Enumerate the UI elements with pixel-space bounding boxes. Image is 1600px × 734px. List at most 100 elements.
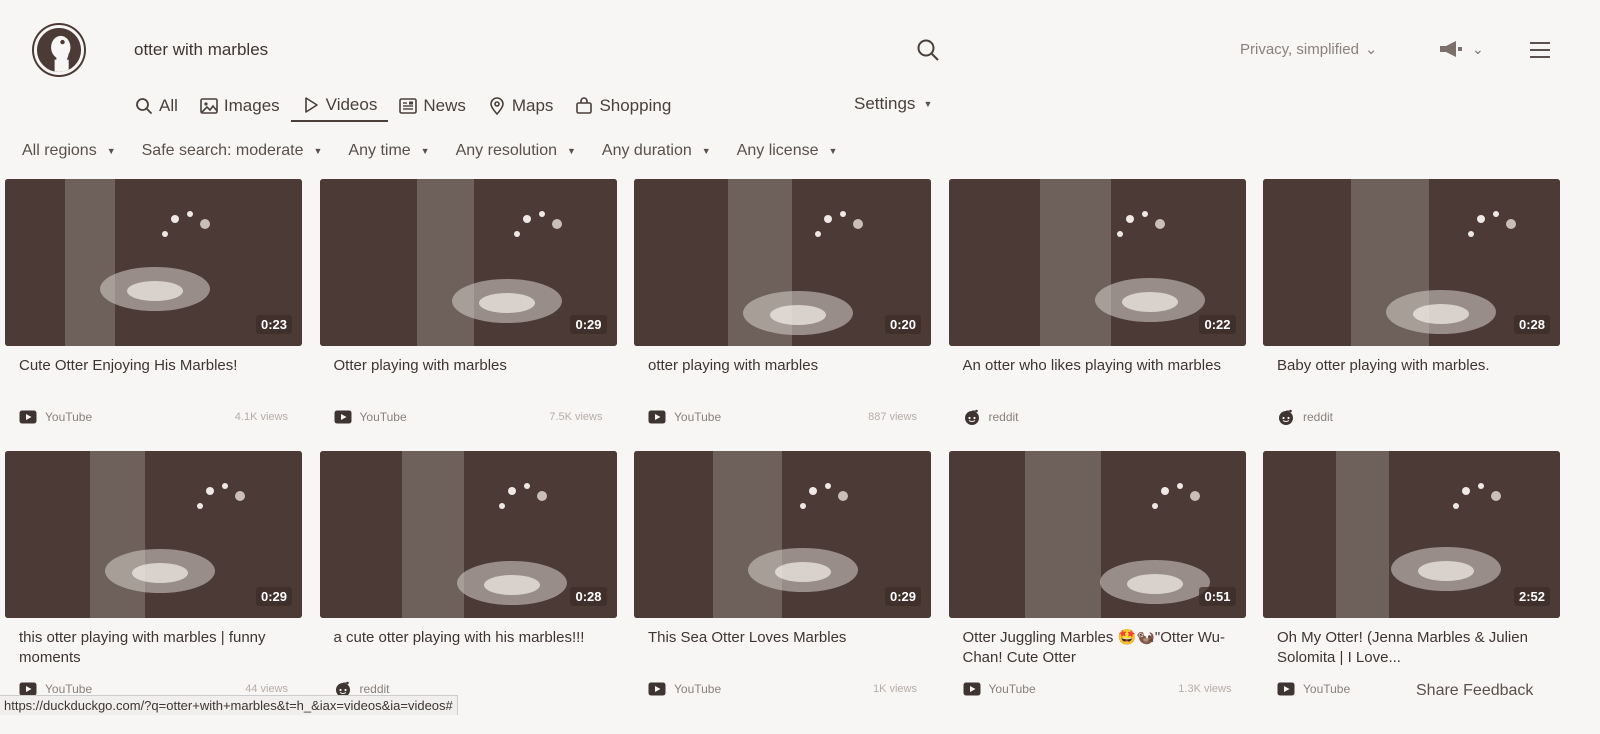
caret-down-icon: ▼ xyxy=(828,146,838,156)
tab-label: Shopping xyxy=(599,96,672,115)
video-card[interactable]: 0:23 Cute Otter Enjoying His Marbles! Yo… xyxy=(5,179,302,451)
video-duration: 2:52 xyxy=(1513,587,1550,606)
video-thumbnail[interactable]: 0:29 xyxy=(319,179,617,346)
video-duration: 0:20 xyxy=(884,315,921,334)
reddit-icon xyxy=(963,408,981,426)
video-source: YouTube xyxy=(648,680,721,698)
filter-label: Any duration xyxy=(601,142,692,159)
tab-videos[interactable]: Videos xyxy=(290,90,389,122)
reddit-icon xyxy=(1277,408,1295,426)
caret-down-icon: ▼ xyxy=(106,146,116,156)
share-feedback-button[interactable]: Share Feedback xyxy=(1416,682,1533,700)
video-title[interactable]: Oh My Otter! (Jenna Marbles & Julien Sol… xyxy=(1263,628,1560,672)
source-label: reddit xyxy=(1303,410,1334,424)
filter-license[interactable]: Any license ▼ xyxy=(737,142,838,160)
video-meta: YouTube 7.5K views xyxy=(334,408,603,426)
video-title[interactable]: An otter who likes playing with marbles xyxy=(949,356,1246,400)
video-title[interactable]: Cute Otter Enjoying His Marbles! xyxy=(5,356,302,400)
video-title[interactable]: This Sea Otter Loves Marbles xyxy=(634,628,931,672)
source-label: YouTube xyxy=(45,682,93,696)
video-thumbnail[interactable]: 0:23 xyxy=(5,179,302,346)
video-title[interactable]: this otter playing with marbles | funny … xyxy=(5,628,302,672)
video-thumbnail[interactable]: 2:52 xyxy=(1263,451,1560,618)
search-input[interactable] xyxy=(110,28,906,72)
search-button[interactable] xyxy=(906,28,950,72)
tab-label: Videos xyxy=(325,95,378,114)
tab-all[interactable]: All xyxy=(135,90,189,122)
video-title[interactable]: a cute otter playing with his marbles!!! xyxy=(320,628,617,672)
source-label: reddit xyxy=(359,682,390,696)
video-thumbnail[interactable]: 0:51 xyxy=(948,451,1246,618)
settings-dropdown[interactable]: Settings ▼ xyxy=(854,94,932,114)
video-source: YouTube xyxy=(1277,680,1350,698)
tab-shopping[interactable]: Shopping xyxy=(564,90,682,122)
source-label: reddit xyxy=(988,410,1019,424)
tab-label: News xyxy=(423,96,466,115)
filter-label: Any time xyxy=(348,142,411,159)
video-card[interactable]: 0:29 Otter playing with marbles YouTube … xyxy=(319,179,617,451)
video-thumbnail[interactable]: 0:22 xyxy=(948,179,1246,346)
youtube-icon xyxy=(1277,680,1295,698)
video-card[interactable]: 0:22 An otter who likes playing with mar… xyxy=(948,179,1246,451)
video-duration: 0:23 xyxy=(255,315,292,334)
tab-images[interactable]: Images xyxy=(189,90,291,122)
video-results-grid: 0:23 Cute Otter Enjoying His Marbles! Yo… xyxy=(5,179,1560,723)
caret-down-icon: ▼ xyxy=(566,146,576,156)
menu-icon[interactable] xyxy=(1530,42,1550,58)
caret-down-icon: ▼ xyxy=(313,146,323,156)
video-card[interactable]: 0:29 This Sea Otter Loves Marbles YouTub… xyxy=(634,451,931,723)
caret-down-icon: ▼ xyxy=(923,99,933,109)
video-card[interactable]: 0:20 otter playing with marbles YouTube … xyxy=(634,179,931,451)
video-title[interactable]: Baby otter playing with marbles. xyxy=(1263,356,1560,400)
video-card[interactable]: 0:51 Otter Juggling Marbles 🤩🦦"Otter Wu-… xyxy=(948,451,1246,723)
tab-maps[interactable]: Maps xyxy=(477,90,565,122)
video-thumbnail[interactable]: 0:29 xyxy=(5,451,302,618)
settings-label: Settings xyxy=(854,94,916,113)
play-icon xyxy=(304,97,318,113)
video-card[interactable]: 0:28 a cute otter playing with his marbl… xyxy=(319,451,617,723)
announcements-dropdown[interactable]: ⌄ xyxy=(1438,40,1484,58)
video-views: 1K views xyxy=(872,683,917,695)
video-title[interactable]: otter playing with marbles xyxy=(634,356,931,400)
filter-time[interactable]: Any time ▼ xyxy=(348,142,429,160)
video-source: reddit xyxy=(1277,408,1333,426)
filter-bar: All regions ▼ Safe search: moderate ▼ Any … xyxy=(22,142,863,160)
chevron-down-icon: ⌄ xyxy=(1364,41,1378,58)
source-label: YouTube xyxy=(674,682,722,696)
video-title[interactable]: Otter Juggling Marbles 🤩🦦"Otter Wu-Chan!… xyxy=(949,628,1246,672)
video-source: YouTube xyxy=(19,408,92,426)
filter-duration[interactable]: Any duration ▼ xyxy=(602,142,711,160)
video-thumbnail[interactable]: 0:28 xyxy=(319,451,617,618)
video-title[interactable]: Otter playing with marbles xyxy=(320,356,617,400)
video-meta: YouTube 1K views xyxy=(648,680,917,698)
video-views: 44 views xyxy=(245,683,288,695)
image-icon xyxy=(200,98,218,114)
search-icon xyxy=(136,98,153,115)
video-thumbnail[interactable]: 0:29 xyxy=(634,451,931,618)
duckduckgo-logo[interactable] xyxy=(34,25,84,75)
search-tabs: All Images Videos News Maps Shopping xyxy=(135,90,682,126)
chevron-down-icon: ⌄ xyxy=(1472,40,1484,57)
youtube-icon xyxy=(963,680,981,698)
video-thumbnail[interactable]: 0:20 xyxy=(634,179,931,346)
video-duration: 0:28 xyxy=(570,587,607,606)
tab-news[interactable]: News xyxy=(388,90,477,122)
youtube-icon xyxy=(19,408,37,426)
video-views: 4.1K views xyxy=(234,411,288,423)
filter-safe-search[interactable]: Safe search: moderate ▼ xyxy=(142,142,323,160)
video-thumbnail[interactable]: 0:28 xyxy=(1263,179,1560,346)
video-meta: reddit xyxy=(1277,408,1546,426)
filter-label: All regions xyxy=(22,142,97,159)
shopping-bag-icon xyxy=(576,97,593,114)
filter-region[interactable]: All regions ▼ xyxy=(22,142,116,160)
filter-resolution[interactable]: Any resolution ▼ xyxy=(456,142,576,160)
search-icon xyxy=(917,39,939,61)
video-card[interactable]: 0:29 this otter playing with marbles | f… xyxy=(5,451,302,723)
video-meta: YouTube 1.3K views xyxy=(963,680,1232,698)
privacy-dropdown[interactable]: Privacy, simplified ⌄ xyxy=(1240,40,1378,59)
source-label: YouTube xyxy=(988,682,1036,696)
filter-label: Any resolution xyxy=(455,142,557,159)
source-label: YouTube xyxy=(1303,682,1351,696)
video-source: YouTube xyxy=(648,408,721,426)
video-card[interactable]: 0:28 Baby otter playing with marbles. re… xyxy=(1263,179,1560,451)
